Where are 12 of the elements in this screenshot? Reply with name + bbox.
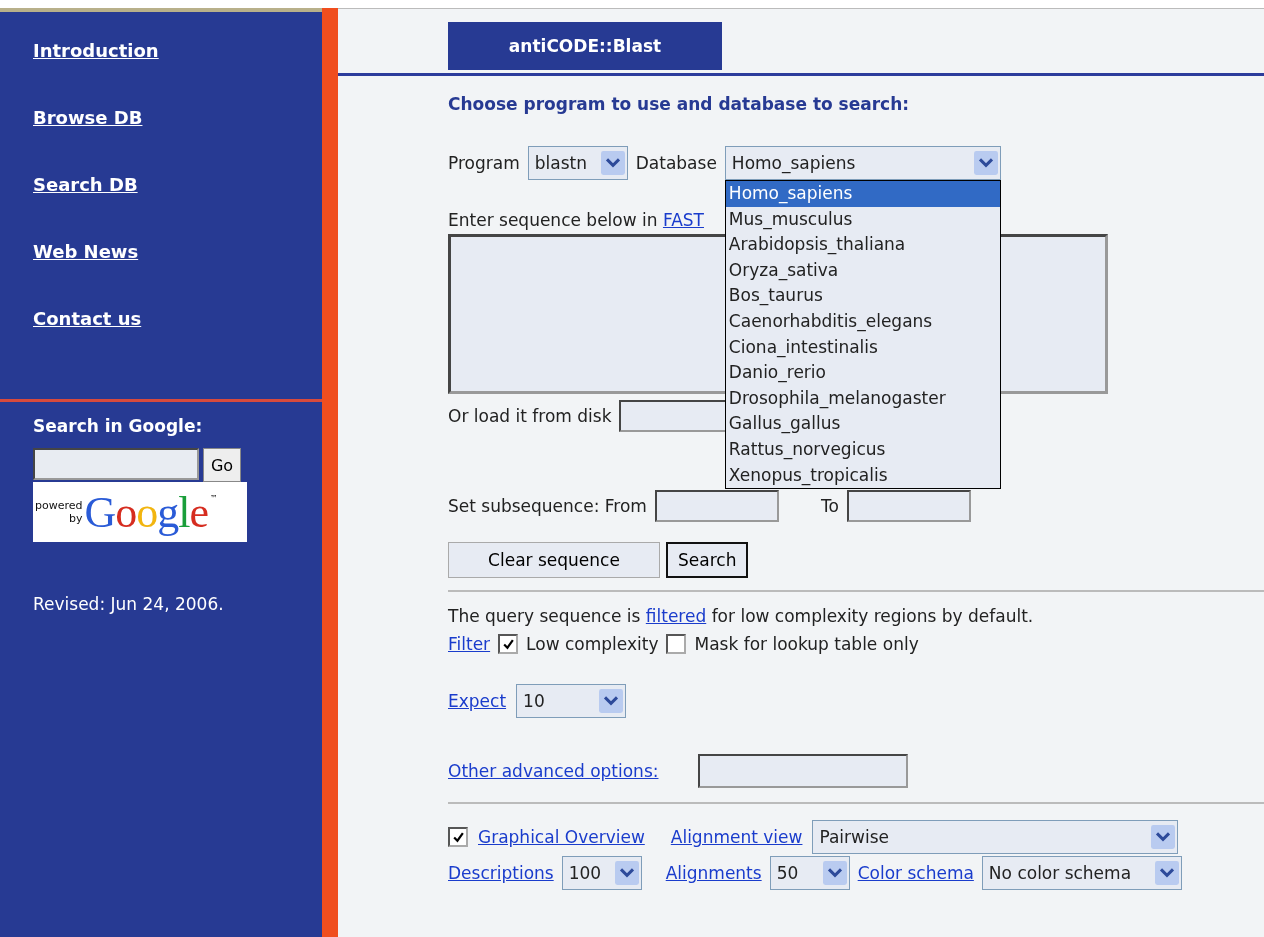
- section-heading: Choose program to use and database to search:: [448, 94, 911, 114]
- program-label: Program: [448, 153, 520, 173]
- load-label: Or load it from disk: [448, 406, 612, 426]
- revised-date: Revised: Jun 24, 2006.: [33, 594, 225, 614]
- from-label: Set subsequence: From: [448, 496, 647, 516]
- filter-note: The query sequence is filtered for low complexity regions by default.: [448, 606, 1035, 626]
- to-label: To: [820, 496, 839, 516]
- sequence-label: Enter sequence below in: [448, 210, 658, 230]
- checkbox-label: Mask for lookup table only: [694, 634, 919, 654]
- checkbox-label: Low complexity: [526, 634, 659, 654]
- database-label: Database: [635, 153, 717, 173]
- search-title: Search in Google:: [33, 416, 204, 436]
